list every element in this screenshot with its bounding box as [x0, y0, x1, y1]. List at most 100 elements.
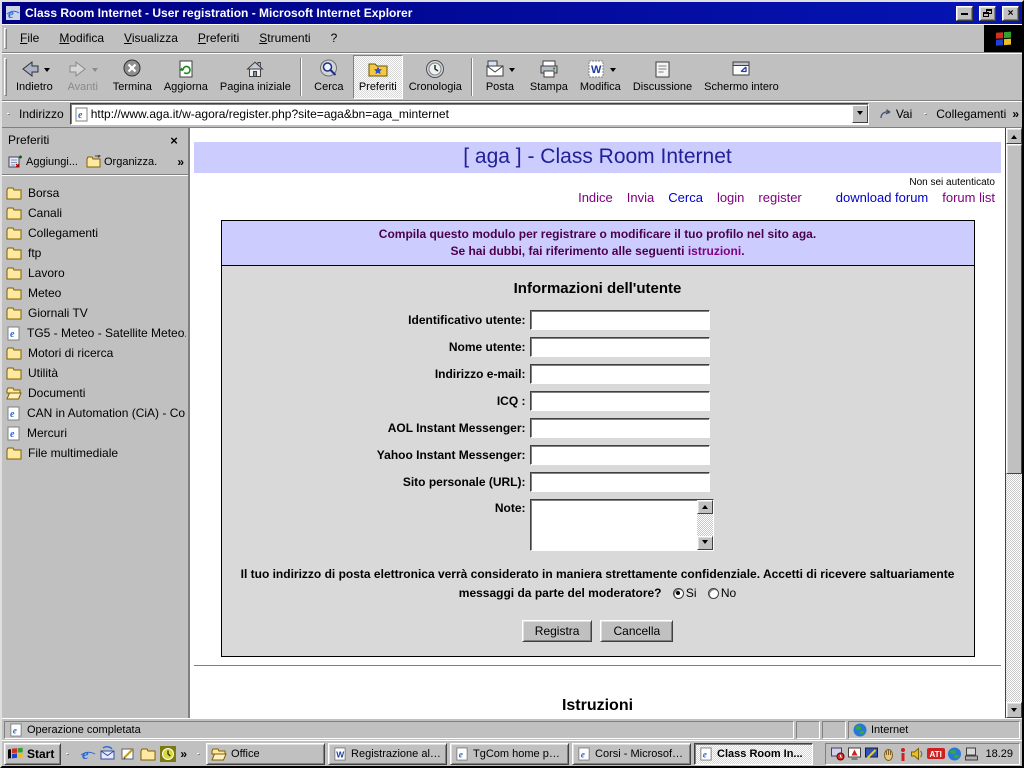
task-tgcom[interactable]: e TgCom home pag... [450, 743, 569, 765]
vertical-scrollbar[interactable] [1005, 128, 1022, 718]
menu-file[interactable]: File [10, 25, 49, 52]
sidebar-close-button[interactable]: × [166, 133, 182, 148]
favorite-item-borsa[interactable]: Borsa [6, 183, 186, 203]
edit-dropdown-icon[interactable] [610, 68, 616, 75]
display-icon[interactable] [847, 747, 862, 761]
email-input[interactable] [530, 364, 710, 384]
close-button[interactable]: × [1002, 6, 1019, 21]
sito-personale-input[interactable] [530, 472, 710, 492]
history-button[interactable]: Cronologia [403, 55, 468, 99]
icq-input[interactable] [530, 391, 710, 411]
favorite-item-tg5-meteo[interactable]: eTG5 - Meteo - Satellite Meteo... [6, 323, 186, 343]
ie-quicklaunch-icon[interactable]: e [80, 746, 96, 762]
forward-button[interactable]: Avanti [59, 55, 107, 99]
favorite-item-utilita[interactable]: Utilità [6, 363, 186, 383]
menu-preferiti[interactable]: Preferiti [188, 25, 249, 52]
search-button[interactable]: Cerca [305, 55, 353, 99]
chevron-overflow-icon[interactable]: » [180, 747, 187, 761]
edit-button[interactable]: W Modifica [574, 55, 627, 99]
note-scrollbar[interactable] [697, 500, 713, 550]
menu-modifica[interactable]: Modifica [49, 25, 114, 52]
restore-button[interactable] [979, 6, 996, 21]
favorite-item-collegamenti[interactable]: Collegamenti [6, 223, 186, 243]
discussion-button[interactable]: Discussione [627, 55, 698, 99]
printer-icon[interactable] [964, 747, 979, 761]
home-button[interactable]: Pagina iniziale [214, 55, 297, 99]
go-button[interactable]: Vai [873, 105, 918, 123]
info-icon[interactable] [898, 747, 908, 761]
scrollbar-track[interactable] [1006, 474, 1022, 702]
note-textarea[interactable] [530, 499, 714, 551]
show-desktop-icon[interactable] [120, 746, 136, 762]
forward-dropdown-icon[interactable] [92, 68, 98, 75]
taskbar-grip[interactable] [197, 753, 200, 755]
cancella-button[interactable]: Cancella [600, 620, 673, 642]
nav-link-download-forum[interactable]: download forum [836, 190, 929, 205]
nav-link-indice[interactable]: Indice [578, 190, 613, 205]
favorite-item-meteo[interactable]: Meteo [6, 283, 186, 303]
graphics-icon[interactable] [864, 747, 879, 761]
chevron-overflow-icon[interactable]: » [1012, 107, 1019, 121]
taskbar-clock[interactable]: 18.29 [985, 748, 1013, 760]
toolbar-grip[interactable] [4, 58, 7, 96]
istruzioni-link[interactable]: istruzioni [688, 244, 741, 258]
yahoo-messenger-input[interactable] [530, 445, 710, 465]
favorite-item-motori-di-ricerca[interactable]: Motori di ricerca [6, 343, 186, 363]
nav-link-invia[interactable]: Invia [627, 190, 654, 205]
taskbar-grip[interactable] [66, 753, 69, 755]
refresh-button[interactable]: Aggiorna [158, 55, 214, 99]
toolbar-grip[interactable] [924, 113, 927, 115]
favorites-button[interactable]: Preferiti [353, 55, 403, 99]
toolbar-grip[interactable] [7, 113, 10, 115]
nav-link-register[interactable]: register [758, 190, 801, 205]
folder-quicklaunch-icon[interactable] [140, 747, 156, 761]
links-bar-label[interactable]: Collegamenti [934, 107, 1008, 121]
ati-icon[interactable]: ATI [927, 747, 945, 760]
menu-visualizza[interactable]: Visualizza [114, 25, 188, 52]
start-button[interactable]: Start [4, 743, 61, 765]
aol-messenger-input[interactable] [530, 418, 710, 438]
scroll-down-button[interactable] [697, 536, 713, 550]
favorite-item-file-multimediale[interactable]: File multimediale [6, 443, 186, 463]
favorite-item-canali[interactable]: Canali [6, 203, 186, 223]
clock-app-icon[interactable] [160, 746, 176, 762]
network-globe-icon[interactable] [947, 747, 962, 761]
nav-link-cerca[interactable]: Cerca [668, 190, 703, 205]
task-registrazione[interactable]: W Registrazione al c... [328, 743, 447, 765]
favorite-item-documenti[interactable]: Documenti [6, 383, 186, 403]
outlook-express-icon[interactable] [100, 746, 116, 762]
accessibility-icon[interactable] [881, 747, 896, 761]
fullscreen-button[interactable]: Schermo intero [698, 55, 785, 99]
registra-button[interactable]: Registra [522, 620, 593, 642]
scroll-up-button[interactable] [1006, 128, 1022, 144]
menu-strumenti[interactable]: Strumenti [249, 25, 320, 52]
scroll-up-button[interactable] [697, 500, 713, 514]
scrollbar-thumb[interactable] [1006, 144, 1022, 474]
radio-no[interactable] [708, 588, 719, 599]
identificativo-utente-input[interactable] [530, 310, 710, 330]
task-class-room[interactable]: e Class Room In... [694, 743, 813, 765]
address-dropdown-button[interactable] [852, 105, 868, 123]
radio-si[interactable] [673, 588, 684, 599]
nav-link-login[interactable]: login [717, 190, 744, 205]
task-corsi[interactable]: e Corsi - Microsoft In... [572, 743, 691, 765]
back-button[interactable]: Indietro [10, 55, 59, 99]
minimize-button[interactable] [956, 6, 973, 21]
favorite-item-ftp[interactable]: ftp [6, 243, 186, 263]
nav-link-forum-list[interactable]: forum list [942, 190, 995, 205]
print-button[interactable]: Stampa [524, 55, 574, 99]
scheduler-icon[interactable] [830, 747, 845, 761]
task-office[interactable]: Office [206, 743, 325, 765]
favorite-item-mercuri[interactable]: eMercuri [6, 423, 186, 443]
chevron-overflow-icon[interactable]: » [177, 155, 184, 169]
favorite-item-giornali-tv[interactable]: Giornali TV [6, 303, 186, 323]
menu-help[interactable]: ? [321, 25, 348, 52]
mail-dropdown-icon[interactable] [509, 68, 515, 75]
favorite-item-lavoro[interactable]: Lavoro [6, 263, 186, 283]
address-input[interactable] [89, 105, 852, 123]
favorite-item-can-in-automation[interactable]: eCAN in Automation (CiA) - Co... [6, 403, 186, 423]
back-dropdown-icon[interactable] [44, 68, 50, 75]
volume-icon[interactable] [910, 747, 925, 761]
stop-button[interactable]: Termina [107, 55, 158, 99]
scroll-down-button[interactable] [1006, 702, 1022, 718]
